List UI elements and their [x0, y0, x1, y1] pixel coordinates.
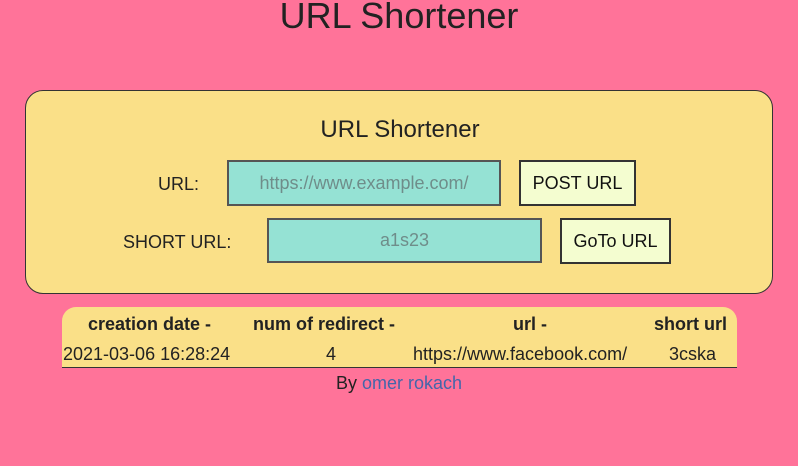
url-input[interactable] [227, 160, 501, 206]
header-url[interactable]: url - [513, 313, 547, 335]
header-creation-date[interactable]: creation date - [88, 313, 211, 335]
page-title: URL Shortener [279, 0, 519, 36]
cell-creation-date: 2021-03-06 16:28:24 [63, 344, 231, 364]
card-title: URL Shortener [320, 116, 480, 143]
shortener-card: URL Shortener URL: POST URL SHORT URL: G… [25, 90, 773, 294]
footer-by-text: By [335, 373, 357, 393]
short-url-label: SHORT URL: [123, 232, 232, 252]
cell-url: https://www.facebook.com/ [413, 344, 628, 364]
post-url-button[interactable]: POST URL [519, 160, 636, 206]
url-label: URL: [158, 174, 200, 194]
cell-short-url[interactable]: 3cska [669, 343, 716, 365]
goto-url-button[interactable]: GoTo URL [560, 218, 671, 264]
author-link[interactable]: omer rokach [362, 373, 462, 393]
header-num-redirect[interactable]: num of redirect - [253, 313, 395, 335]
urls-table: creation date - num of redirect - url - … [62, 307, 737, 368]
cell-num-redirect: 4 [326, 344, 337, 364]
footer: By omer rokach [0, 372, 798, 394]
short-url-input[interactable] [267, 218, 542, 263]
header-short-url[interactable]: short url [654, 313, 727, 335]
